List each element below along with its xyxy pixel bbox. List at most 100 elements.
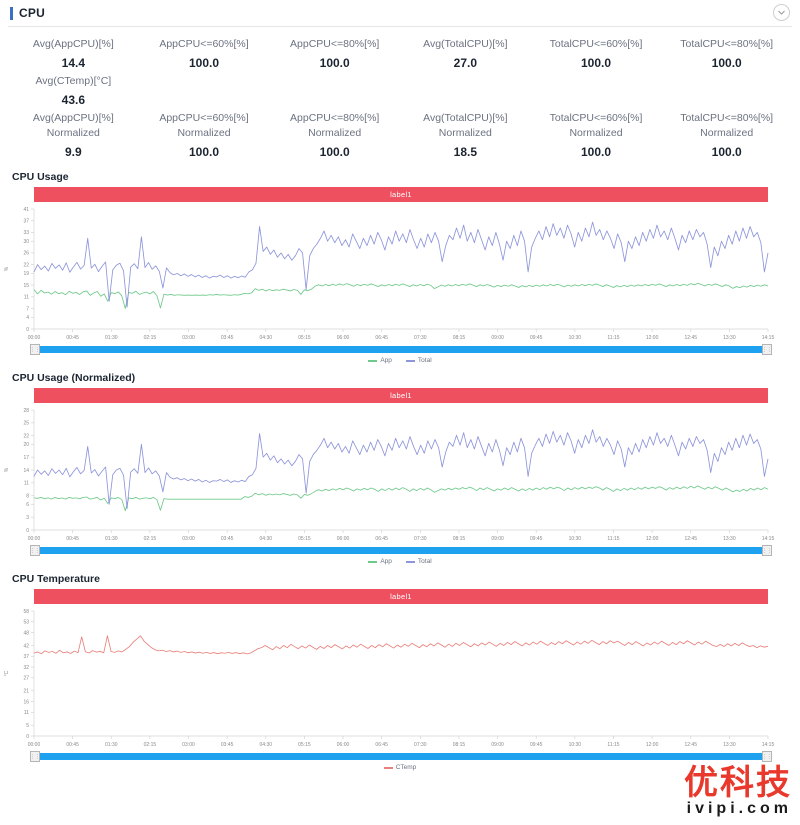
time-range-slider[interactable]: ⋮⋮ ⋮⋮ <box>30 751 772 762</box>
chevron-down-circle-icon[interactable] <box>773 4 790 21</box>
legend-item[interactable]: App <box>368 357 392 364</box>
metric-sublabel: Normalized <box>177 127 231 139</box>
svg-text:16: 16 <box>23 699 29 705</box>
svg-text:02:15: 02:15 <box>144 335 157 341</box>
svg-text:06:00: 06:00 <box>337 536 350 542</box>
line-chart-svg: 0 5 11 16 21 27 32 37 42 48 53 58 °C 00:00 00:45 01:30 0… <box>4 609 774 748</box>
metric-label: Avg(CTemp)[°C] <box>35 75 112 87</box>
metric-label: Avg(TotalCPU)[%] <box>423 38 508 50</box>
slider-handle-right-icon[interactable]: ⋮⋮ <box>762 344 772 355</box>
chart-legend: CTemp <box>0 764 800 771</box>
metric-value: 9.9 <box>64 145 82 159</box>
chart-block-cpu-usage-normalized: CPU Usage (Normalized) label1 0 3 6 8 11 14 17… <box>0 372 800 565</box>
chart-legend: App Total <box>0 558 800 565</box>
svg-text:25: 25 <box>23 421 29 427</box>
svg-text:08:15: 08:15 <box>453 536 466 542</box>
svg-text:20: 20 <box>23 442 29 448</box>
svg-text:08:15: 08:15 <box>453 335 466 341</box>
svg-text:02:15: 02:15 <box>144 742 157 748</box>
legend-item[interactable]: CTemp <box>383 764 417 771</box>
slider-track[interactable] <box>34 346 768 353</box>
svg-text:21: 21 <box>23 689 29 695</box>
svg-text:10:30: 10:30 <box>569 536 582 542</box>
slider-handle-left-icon[interactable]: ⋮⋮ <box>30 751 40 762</box>
metric-value: 18.5 <box>453 145 478 159</box>
svg-text:8: 8 <box>26 494 29 500</box>
svg-text:12:45: 12:45 <box>684 335 697 341</box>
svg-text:04:30: 04:30 <box>260 536 273 542</box>
svg-text:12:00: 12:00 <box>646 335 659 341</box>
svg-text:04:30: 04:30 <box>260 742 273 748</box>
metric-value: 43.6 <box>61 93 86 107</box>
metric-value: 100.0 <box>711 145 742 159</box>
svg-text:01:30: 01:30 <box>105 742 118 748</box>
plot-area: 0 4 7 11 15 19 22 26 30 33 37 41% 00:00 00:45 01:30 02:… <box>0 205 800 345</box>
slider-handle-left-icon[interactable]: ⋮⋮ <box>30 344 40 355</box>
legend-label: CTemp <box>395 764 417 771</box>
time-range-slider[interactable]: ⋮⋮ ⋮⋮ <box>30 545 772 556</box>
page-title: CPU <box>19 6 45 20</box>
svg-text:09:45: 09:45 <box>530 335 543 341</box>
watermark-cn: 优科技 <box>684 763 792 803</box>
svg-text:09:00: 09:00 <box>491 742 504 748</box>
slider-track[interactable] <box>34 753 768 760</box>
chart-block-cpu-temperature: CPU Temperature label1 0 5 11 16 21 27 32 37 42 4… <box>0 573 800 771</box>
legend-item[interactable]: Total <box>405 357 432 364</box>
metric-cell: TotalCPU<=80%[%] 100.0 <box>661 37 792 74</box>
svg-text:02:15: 02:15 <box>144 536 157 542</box>
svg-text:58: 58 <box>23 609 29 615</box>
chart-title: CPU Temperature <box>12 573 100 585</box>
metric-label: AppCPU<=60%[%] <box>159 112 249 124</box>
svg-text:10:30: 10:30 <box>569 742 582 748</box>
metric-label: AppCPU<=60%[%] <box>159 38 249 50</box>
svg-text:0: 0 <box>26 528 29 534</box>
slider-handle-left-icon[interactable]: ⋮⋮ <box>30 545 40 556</box>
svg-text:15: 15 <box>23 283 29 289</box>
metric-cell: Avg(TotalCPU)[%] Normalized 18.5 <box>400 111 531 163</box>
plot-area: 0 3 6 8 11 14 17 20 22 25 28% 00:00 00:45 01:30 02:15 0… <box>0 406 800 546</box>
svg-text:7: 7 <box>26 306 29 312</box>
svg-text:09:00: 09:00 <box>491 536 504 542</box>
svg-text:27: 27 <box>23 676 29 682</box>
plot-area: 0 5 11 16 21 27 32 37 42 48 53 58 °C 00:00 00:45 01:30 0… <box>0 607 800 752</box>
legend-item[interactable]: Total <box>405 558 432 565</box>
svg-text:°C: °C <box>4 670 10 676</box>
metric-cell: TotalCPU<=60%[%] Normalized 100.0 <box>531 111 662 163</box>
slider-track[interactable] <box>34 547 768 554</box>
svg-text:11: 11 <box>24 481 29 487</box>
metric-cell-empty <box>531 74 662 111</box>
chart-label-bar: label1 <box>34 589 768 604</box>
metric-value: 100.0 <box>711 56 742 70</box>
slider-handle-right-icon[interactable]: ⋮⋮ <box>762 751 772 762</box>
metric-value: 100.0 <box>188 145 220 159</box>
metric-value: 27.0 <box>453 56 478 70</box>
svg-text:06:00: 06:00 <box>337 742 350 748</box>
svg-text:07:30: 07:30 <box>414 742 427 748</box>
metric-label: Avg(TotalCPU)[%] <box>423 112 508 124</box>
svg-text:28: 28 <box>23 408 29 414</box>
svg-text:06:00: 06:00 <box>337 335 350 341</box>
section-header: CPU <box>0 0 800 26</box>
svg-text:09:00: 09:00 <box>491 335 504 341</box>
metrics-panel: Avg(AppCPU)[%] 14.4 AppCPU<=60%[%] 100.0… <box>0 27 800 163</box>
svg-text:08:15: 08:15 <box>453 742 466 748</box>
svg-text:33: 33 <box>23 230 29 236</box>
watermark-en: ivipi.com <box>686 800 792 817</box>
svg-text:37: 37 <box>23 654 29 660</box>
legend-swatch-app <box>368 359 378 362</box>
svg-text:03:00: 03:00 <box>182 742 195 748</box>
svg-text:5: 5 <box>26 723 29 729</box>
legend-label: Total <box>417 558 432 565</box>
metric-cell: AppCPU<=60%[%] Normalized 100.0 <box>139 111 270 163</box>
svg-text:05:15: 05:15 <box>298 536 311 542</box>
legend-swatch-total <box>405 359 415 362</box>
slider-handle-right-icon[interactable]: ⋮⋮ <box>762 545 772 556</box>
time-range-slider[interactable]: ⋮⋮ ⋮⋮ <box>30 344 772 355</box>
metric-sublabel: Normalized <box>569 127 623 139</box>
metric-value: 100.0 <box>319 145 350 159</box>
svg-text:03:00: 03:00 <box>182 536 195 542</box>
svg-text:00:45: 00:45 <box>66 335 79 341</box>
svg-text:11: 11 <box>24 710 29 716</box>
legend-item[interactable]: App <box>368 558 392 565</box>
svg-text:19: 19 <box>23 271 29 277</box>
